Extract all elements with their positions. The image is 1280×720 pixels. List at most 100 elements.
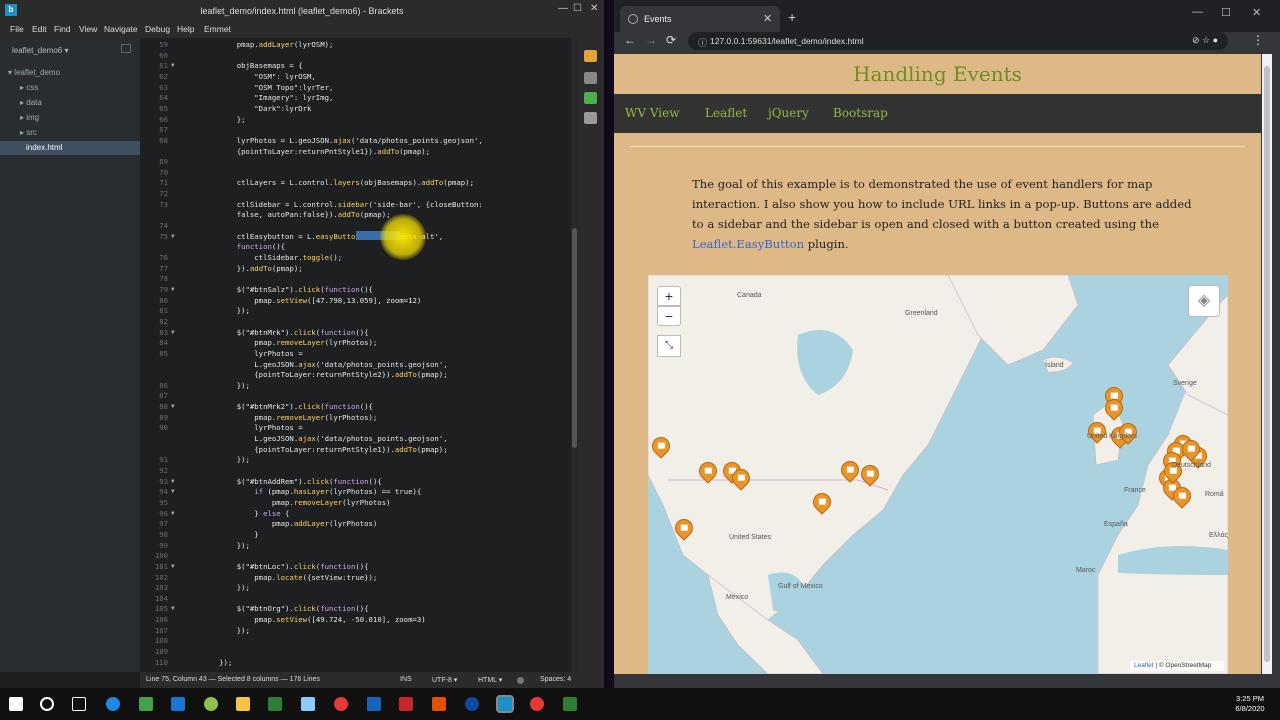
code-line[interactable]: 64 "Imagery": lyrImg, (140, 93, 578, 103)
code-line[interactable]: false, autoPan:false}).addTo(pmap); (140, 210, 578, 220)
excel-icon[interactable] (268, 697, 282, 711)
code-line[interactable]: 110 }); (140, 658, 578, 668)
menu-emmet[interactable]: Emmet (204, 24, 231, 34)
code-line[interactable]: 93 ▼ $("#btnAddRem").click(function(){ (140, 477, 578, 487)
chrome-close-icon[interactable]: ✕ (1252, 6, 1261, 19)
illustrator-icon[interactable] (432, 697, 446, 711)
tree-item[interactable]: ▸ css (0, 81, 140, 95)
code-line[interactable]: 76 ctlSidebar.toggle(); (140, 253, 578, 263)
pdf-icon[interactable] (399, 697, 413, 711)
menu-navigate[interactable]: Navigate (104, 24, 138, 34)
layers-control-icon[interactable]: ◈ (1188, 285, 1220, 317)
code-line[interactable]: 83 ▼ $("#btnMrk").click(function(){ (140, 328, 578, 338)
back-icon[interactable]: ← (624, 33, 636, 47)
mail-icon[interactable] (171, 697, 185, 711)
code-line[interactable]: 73 ctlSidebar = L.control.sidebar('side-… (140, 200, 578, 210)
insert-mode[interactable]: INS (400, 676, 412, 683)
code-line[interactable]: 101 ▼ $("#btnLoc").click(function(){ (140, 562, 578, 572)
code-line[interactable]: 85 lyrPhotos = (140, 349, 578, 359)
fold-toggle-icon[interactable]: ▼ (171, 232, 175, 242)
code-line[interactable]: 62 "OSM": lyrOSM, (140, 72, 578, 82)
code-line[interactable]: 92 (140, 466, 578, 476)
outlook-icon[interactable] (367, 697, 381, 711)
code-line[interactable]: 107 }); (140, 626, 578, 636)
app-icon[interactable] (204, 697, 218, 711)
code-line[interactable]: 68 lyrPhotos = L.geoJSON.ajax('data/phot… (140, 136, 578, 146)
brackets-taskbar-icon[interactable] (496, 695, 514, 713)
live-preview-icon[interactable] (584, 50, 597, 62)
chrome-menu-icon[interactable]: ⋮ (1252, 33, 1264, 47)
linter-status-icon[interactable] (517, 677, 524, 684)
code-line[interactable]: L.geoJSON.ajax('data/photos_points.geojs… (140, 360, 578, 370)
code-line[interactable]: 102 pmap.locate({setView:true}); (140, 573, 578, 583)
info-icon[interactable]: ⓘ (698, 36, 707, 49)
nav-bootsrap[interactable]: Bootsrap (833, 106, 888, 120)
tree-item[interactable]: ▸ src (0, 126, 140, 140)
code-line[interactable]: 78 (140, 274, 578, 284)
fold-toggle-icon[interactable]: ▼ (171, 285, 175, 295)
code-line[interactable]: 63 "OSM Topo":lyrTer, (140, 83, 578, 93)
windows-start-icon[interactable] (9, 697, 23, 711)
app-icon-3[interactable] (563, 697, 577, 711)
code-line[interactable]: 106 pmap.setView([49.724, -50.010], zoom… (140, 615, 578, 625)
task-view-icon[interactable] (72, 697, 86, 711)
nav-jquery[interactable]: jQuery (768, 106, 809, 120)
code-line[interactable]: 108 (140, 636, 578, 646)
code-line[interactable]: 82 (140, 317, 578, 327)
code-line[interactable]: {pointToLayer:returnPntStyle1}).addTo(pm… (140, 147, 578, 157)
code-line[interactable]: 90 lyrPhotos = (140, 423, 578, 433)
menu-edit[interactable]: Edit (32, 24, 47, 34)
git-icon[interactable] (584, 92, 597, 104)
chrome-taskbar-icon-2[interactable] (530, 697, 544, 711)
bookmark-star-icon[interactable]: ⊘ ☆ ● (1192, 35, 1218, 46)
menu-debug[interactable]: Debug (145, 24, 170, 34)
fold-toggle-icon[interactable]: ▼ (171, 61, 175, 71)
code-line[interactable]: 80 pmap.setView([47.798,13.059], zoom=12… (140, 296, 578, 306)
code-line[interactable]: {pointToLayer:returnPntStyle2}).addTo(pm… (140, 370, 578, 380)
reload-icon[interactable]: ⟳ (666, 33, 676, 47)
forward-icon[interactable]: → (645, 33, 657, 47)
code-line[interactable]: 97 pmap.addLayer(lyrPhotos) (140, 519, 578, 529)
menu-view[interactable]: View (79, 24, 97, 34)
code-line[interactable]: 65 "Dark":lyrDrk (140, 104, 578, 114)
code-line[interactable]: 99 }); (140, 541, 578, 551)
menu-find[interactable]: Find (54, 24, 71, 34)
zoom-out-button[interactable]: − (657, 306, 681, 326)
encoding-select[interactable]: UTF-8 ▾ (432, 676, 457, 684)
chrome-minimize-icon[interactable]: — (1192, 6, 1203, 18)
code-line[interactable]: 100 (140, 551, 578, 561)
maximize-icon[interactable]: ☐ (573, 3, 582, 14)
code-line[interactable]: 84 pmap.removeLayer(lyrPhotos); (140, 338, 578, 348)
page-scrollbar[interactable] (1262, 54, 1272, 674)
edge-icon[interactable] (106, 697, 120, 711)
code-line[interactable]: 71 ctlLayers = L.control.layers(objBasem… (140, 178, 578, 188)
fold-toggle-icon[interactable]: ▼ (171, 509, 175, 519)
easybutton-compress-icon[interactable]: ⤡ (657, 335, 681, 357)
zoom-in-button[interactable]: + (657, 286, 681, 306)
code-line[interactable]: 72 (140, 189, 578, 199)
code-line[interactable]: 59 pmap.addLayer(lyrOSM); (140, 40, 578, 50)
page-scrollbar-thumb[interactable] (1264, 66, 1270, 662)
code-line[interactable]: 95 pmap.removeLayer(lyrPhotos) (140, 498, 578, 508)
code-line[interactable]: 79 ▼ $("#btnSalz").click(function(){ (140, 285, 578, 295)
tree-item[interactable]: ▸ img (0, 111, 140, 125)
minimize-icon[interactable]: — (558, 3, 568, 14)
taskbar-clock[interactable]: 3:25 PM 6/8/2020 (1222, 694, 1278, 714)
code-line[interactable]: 88 ▼ $("#btnMrk2").click(function(){ (140, 402, 578, 412)
code-line[interactable]: 109 (140, 647, 578, 657)
code-line[interactable]: 77 }).addTo(pmap); (140, 264, 578, 274)
chrome-taskbar-icon[interactable] (334, 697, 348, 711)
chrome-maximize-icon[interactable]: ☐ (1221, 6, 1231, 19)
indent-setting[interactable]: Spaces: 4 (540, 676, 571, 683)
fold-toggle-icon[interactable]: ▼ (171, 604, 175, 614)
new-tab-button[interactable]: + (788, 9, 796, 25)
code-line[interactable]: 67 (140, 125, 578, 135)
url-text[interactable]: 127.0.0.1:59631/leaflet_demo/index.html (710, 36, 864, 46)
code-line[interactable]: L.geoJSON.ajax('data/photos_points.geojs… (140, 434, 578, 444)
fold-toggle-icon[interactable]: ▼ (171, 477, 175, 487)
code-line[interactable]: 86 }); (140, 381, 578, 391)
menu-help[interactable]: Help (177, 24, 194, 34)
tab-events[interactable]: Events ✕ (620, 6, 780, 32)
code-line[interactable]: 91 }); (140, 455, 578, 465)
code-line[interactable]: 70 (140, 168, 578, 178)
